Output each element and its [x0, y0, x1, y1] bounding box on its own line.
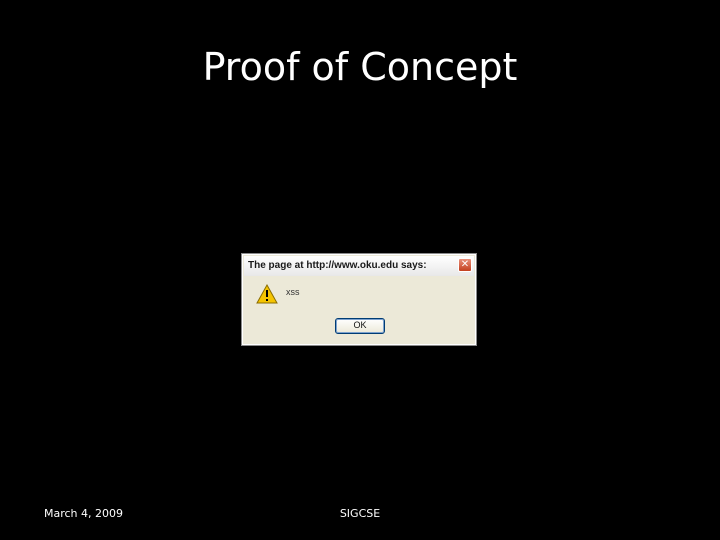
close-icon[interactable]: ✕ [458, 258, 472, 272]
warning-icon [256, 284, 278, 304]
alert-dialog: The page at http://www.oku.edu says: ✕ x… [241, 253, 477, 346]
ok-button[interactable]: OK [335, 318, 385, 334]
dialog-message: xss [286, 287, 300, 297]
footer-conference: SIGCSE [339, 507, 381, 520]
dialog-title: The page at http://www.oku.edu says: [248, 260, 427, 271]
dialog-body: xss OK [244, 276, 474, 343]
slide-title: Proof of Concept [202, 45, 518, 89]
dialog-titlebar[interactable]: The page at http://www.oku.edu says: ✕ [244, 256, 474, 276]
slide: Proof of Concept The page at http://www.… [0, 0, 720, 540]
